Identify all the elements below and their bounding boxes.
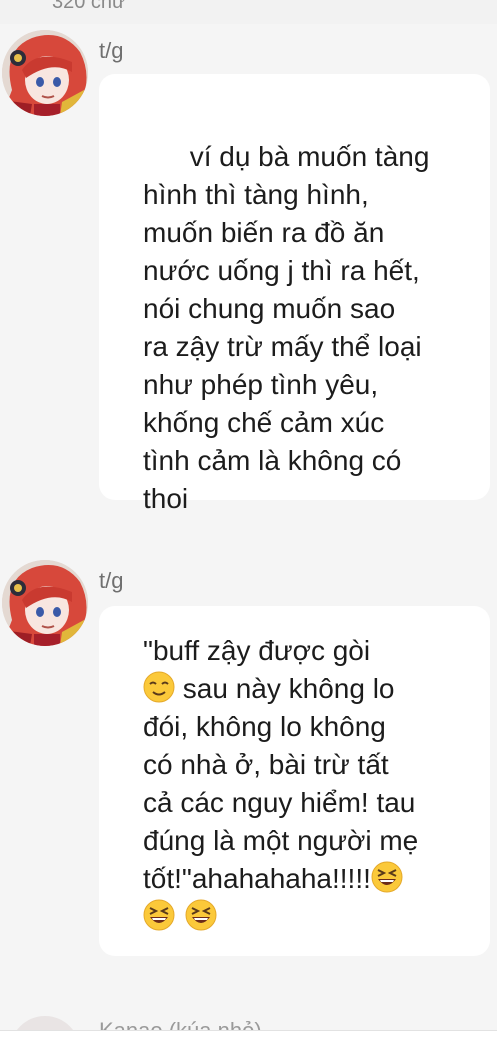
comment-text-line: đói, không lo không	[143, 711, 386, 742]
word-count: 320 chữ	[52, 0, 126, 13]
comment-text-line: tốt!"ahahahaha!!!!!	[143, 860, 460, 898]
relieved-face-emoji-icon	[143, 671, 175, 703]
comment-bubble: ví dụ bà muốn tàng hình thì tàng hình, m…	[99, 74, 490, 514]
comment-thread: 320 chữ t/g ví dụ bà muốn tàng hình thì …	[0, 0, 497, 1049]
grinning-squinting-face-emoji-icon	[185, 899, 217, 931]
grinning-squinting-face-emoji-icon	[143, 899, 175, 931]
comment-emoji-line	[143, 898, 460, 936]
comment-text: ví dụ bà muốn tàng hình thì tàng hình, m…	[143, 141, 430, 514]
chapter-header: 320 chữ	[0, 0, 497, 24]
comment-text-line: sau này không lo	[143, 670, 460, 708]
comment-text-line: đúng là một người mẹ	[143, 825, 419, 856]
comment-author[interactable]: t/g	[99, 38, 123, 64]
comment-text-line: cả các nguy hiểm! tau	[143, 787, 416, 818]
comment-author[interactable]: t/g	[99, 568, 123, 594]
bottom-bar	[0, 1030, 497, 1049]
grinning-squinting-face-emoji-icon	[371, 861, 403, 893]
avatar[interactable]	[2, 30, 88, 116]
avatar[interactable]	[2, 560, 88, 646]
comment-bubble: "buff zậy được gòi sau này không lo đói,…	[99, 606, 490, 956]
comment-text-line: "buff zậy được gòi	[143, 635, 371, 666]
comment-text-line: có nhà ở, bài trừ tất	[143, 749, 389, 780]
